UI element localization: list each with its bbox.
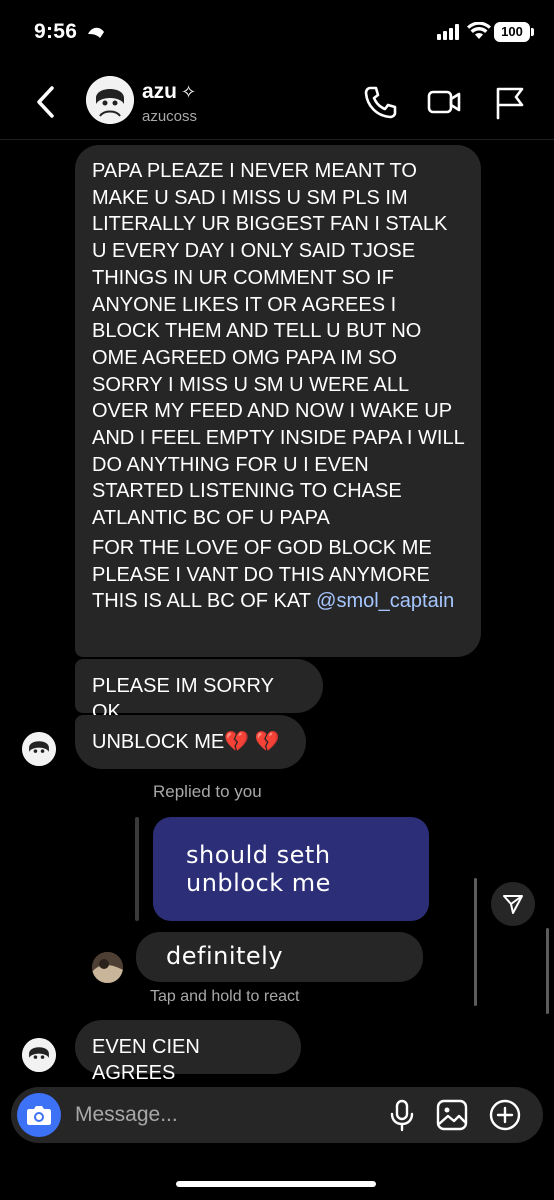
- chat-header: azu ✧ azucoss: [0, 62, 554, 140]
- message-text: UNBLOCK ME💔 💔: [92, 731, 280, 753]
- tap-hold-hint: Tap and hold to react: [150, 988, 300, 1005]
- avatar-drawing-icon: [22, 1038, 56, 1072]
- message-text: EVEN CIEN AGREES: [92, 1036, 200, 1084]
- back-chevron-icon[interactable]: [30, 84, 62, 120]
- message-text: FOR THE LOVE OF GOD BLOCK ME PLEASE I VA…: [92, 535, 464, 615]
- contact-name-text: azu: [142, 80, 178, 103]
- message-input[interactable]: [75, 1087, 375, 1143]
- message-text: PAPA PLEAZE I NEVER MEANT TO MAKE U SAD …: [92, 160, 464, 530]
- status-time: 9:56: [34, 20, 78, 43]
- share-icon: [503, 895, 523, 914]
- quoted-message-text: should seth unblock me: [186, 841, 331, 897]
- contact-handle: azucoss: [142, 108, 198, 125]
- phone-icon[interactable]: [362, 84, 398, 120]
- contact-avatar[interactable]: [86, 76, 134, 124]
- microphone-icon[interactable]: [385, 1098, 419, 1132]
- camera-icon: [27, 1106, 51, 1125]
- verified-sparkle-icon: ✧: [181, 82, 197, 102]
- message-text: definitely: [166, 942, 284, 970]
- video-camera-icon[interactable]: [426, 84, 462, 120]
- message-composer: [11, 1087, 543, 1143]
- message-bubble[interactable]: UNBLOCK ME💔 💔: [75, 715, 306, 769]
- message-bubble[interactable]: EVEN CIEN AGREES: [75, 1020, 301, 1084]
- reply-quote-bar: [135, 817, 139, 921]
- avatar-photo-icon: [92, 952, 123, 983]
- message-bubble[interactable]: PLEASE IM SORRY OK: [75, 659, 323, 723]
- scrollbar-thumb[interactable]: [474, 878, 477, 1006]
- avatar-drawing-icon: [86, 76, 134, 124]
- sender-avatar-photo[interactable]: [92, 952, 123, 983]
- message-bubble-reply[interactable]: definitely: [136, 932, 423, 982]
- plus-icon[interactable]: [488, 1098, 522, 1132]
- cellular-signal-icon: [437, 24, 459, 40]
- focus-mode-icon: [88, 27, 104, 38]
- camera-button[interactable]: [17, 1093, 61, 1137]
- user-mention-link[interactable]: @smol_captain: [316, 590, 454, 612]
- replied-label: Replied to you: [153, 782, 262, 801]
- contact-name[interactable]: azu ✧: [142, 80, 196, 104]
- gallery-icon[interactable]: [435, 1098, 469, 1132]
- avatar-drawing-icon: [22, 732, 56, 766]
- quoted-message-bubble[interactable]: should seth unblock me: [153, 817, 429, 921]
- scrollbar-thumb[interactable]: [546, 928, 549, 1014]
- share-button[interactable]: [491, 882, 535, 926]
- home-indicator[interactable]: [176, 1181, 376, 1187]
- flag-icon[interactable]: [492, 84, 528, 120]
- sender-avatar[interactable]: [22, 1038, 56, 1072]
- battery-indicator: 100: [494, 22, 534, 42]
- status-bar: 9:56 100: [0, 0, 554, 62]
- message-bubble-long[interactable]: PAPA PLEAZE I NEVER MEANT TO MAKE U SAD …: [75, 145, 481, 657]
- wifi-icon: [467, 22, 491, 39]
- sender-avatar[interactable]: [22, 732, 56, 766]
